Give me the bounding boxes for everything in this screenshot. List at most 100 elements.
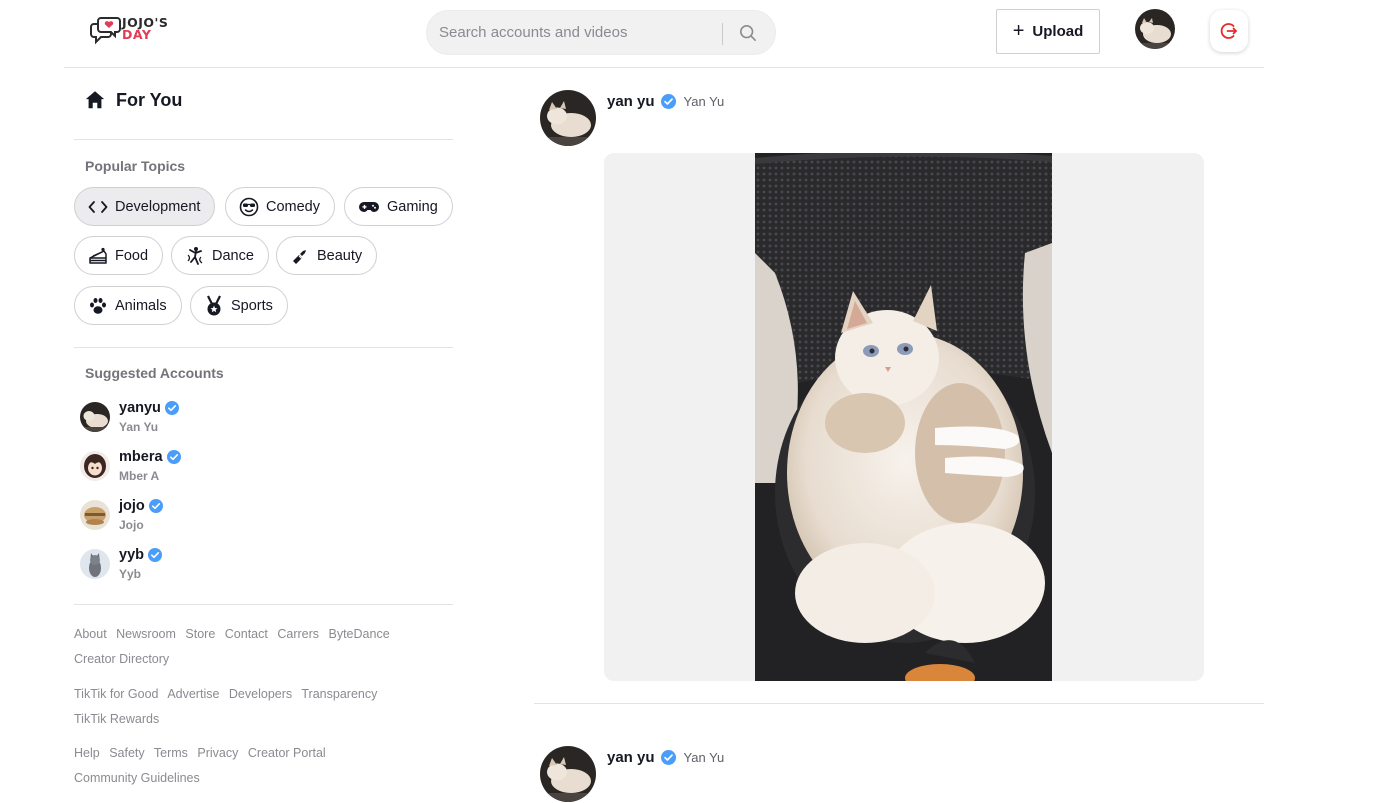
sidebar-divider bbox=[74, 604, 453, 605]
footer-link-safety[interactable]: Safety bbox=[109, 746, 144, 760]
suggested-account-yanyu[interactable]: yanyu Yan Yu bbox=[80, 400, 280, 440]
sidebar-divider bbox=[74, 347, 453, 348]
footer-link-bytedance[interactable]: ByteDance bbox=[329, 627, 390, 641]
cat-video-frame bbox=[755, 153, 1052, 681]
topic-label: Beauty bbox=[317, 247, 363, 264]
app-logo[interactable]: JOJO'S DAY bbox=[90, 14, 182, 46]
suggested-accounts-title: Suggested Accounts bbox=[85, 365, 224, 381]
topic-beauty[interactable]: Beauty bbox=[276, 236, 378, 275]
logo-wordmark: JOJO'S DAY bbox=[122, 16, 168, 42]
account-username: mbera bbox=[119, 449, 163, 465]
footer-links-group-3: Help Safety Terms Privacy Creator Portal… bbox=[74, 741, 453, 790]
topic-label: Comedy bbox=[266, 198, 320, 215]
cake-icon bbox=[89, 247, 107, 264]
topic-label: Food bbox=[115, 247, 149, 264]
topic-label: Sports bbox=[231, 297, 273, 314]
footer-link-creator-directory[interactable]: Creator Directory bbox=[74, 652, 169, 666]
footer-link-transparency[interactable]: Transparency bbox=[301, 687, 377, 701]
logout-button[interactable] bbox=[1210, 10, 1248, 52]
topic-development[interactable]: Development bbox=[74, 187, 216, 226]
account-display-name: Mber A bbox=[119, 469, 160, 483]
footer-link-contact[interactable]: Contact bbox=[225, 627, 268, 641]
footer-link-help[interactable]: Help bbox=[74, 746, 100, 760]
footer-links-group-1: About Newsroom Store Contact Carrers Byt… bbox=[74, 622, 453, 671]
search-button[interactable] bbox=[732, 20, 764, 46]
post-author-display-name: Yan Yu bbox=[683, 750, 725, 765]
avatar bbox=[80, 500, 110, 530]
footer-link-tiktik-for-good[interactable]: TikTik for Good bbox=[74, 687, 159, 701]
topic-sports[interactable]: Sports bbox=[190, 286, 288, 325]
top-navbar: JOJO'S DAY + Upload bbox=[64, 0, 1264, 68]
video-post: yan yu Yan Yu bbox=[540, 90, 1210, 690]
logo-line-2: DAY bbox=[122, 27, 152, 42]
account-username: jojo bbox=[119, 498, 145, 514]
footer-link-creator-portal[interactable]: Creator Portal bbox=[248, 746, 326, 760]
topic-gaming[interactable]: Gaming bbox=[344, 187, 453, 226]
video-post: yan yu Yan Yu bbox=[540, 746, 1210, 803]
post-author-display-name: Yan Yu bbox=[683, 94, 725, 109]
plus-icon: + bbox=[1012, 19, 1025, 42]
suggested-account-jojo[interactable]: jojo Jojo bbox=[80, 498, 280, 538]
footer-link-terms[interactable]: Terms bbox=[154, 746, 188, 760]
account-username: yyb bbox=[119, 547, 144, 563]
code-icon bbox=[88, 200, 108, 213]
topic-label: Gaming bbox=[387, 198, 438, 215]
account-display-name: Yyb bbox=[119, 567, 142, 581]
topic-label: Dance bbox=[212, 247, 254, 264]
verified-badge-icon bbox=[660, 94, 676, 109]
footer-link-advertise[interactable]: Advertise bbox=[167, 687, 219, 701]
verified-badge-icon bbox=[166, 450, 181, 464]
for-you-label: For You bbox=[116, 89, 183, 110]
verified-badge-icon bbox=[148, 499, 163, 513]
search-bar bbox=[426, 10, 776, 55]
for-you-link[interactable]: For You bbox=[84, 89, 182, 111]
search-input[interactable] bbox=[439, 11, 719, 54]
avatar bbox=[80, 402, 110, 432]
home-icon bbox=[85, 91, 105, 109]
footer-links-group-2: TikTik for Good Advertise Developers Tra… bbox=[74, 682, 453, 731]
post-author-avatar[interactable] bbox=[540, 746, 596, 802]
footer-link-carrers[interactable]: Carrers bbox=[277, 627, 319, 641]
sunglasses-face-icon bbox=[239, 197, 259, 216]
avatar bbox=[80, 549, 110, 579]
footer-link-newsroom[interactable]: Newsroom bbox=[116, 627, 176, 641]
gamepad-icon bbox=[359, 201, 379, 212]
post-author-avatar[interactable] bbox=[540, 90, 596, 146]
footer-link-store[interactable]: Store bbox=[185, 627, 215, 641]
footer-link-about[interactable]: About bbox=[74, 627, 107, 641]
topic-comedy[interactable]: Comedy bbox=[225, 187, 335, 226]
topic-food[interactable]: Food bbox=[74, 236, 164, 275]
topic-label: Development bbox=[115, 198, 201, 215]
avatar bbox=[80, 451, 110, 481]
post-author-username[interactable]: yan yu bbox=[607, 749, 655, 766]
footer-link-privacy[interactable]: Privacy bbox=[197, 746, 238, 760]
upload-label: Upload bbox=[1032, 23, 1084, 40]
profile-avatar[interactable] bbox=[1135, 9, 1175, 49]
topic-animals[interactable]: Animals bbox=[74, 286, 182, 325]
footer-link-community-guidelines[interactable]: Community Guidelines bbox=[74, 771, 200, 785]
popular-topics-title: Popular Topics bbox=[85, 158, 186, 174]
footer-link-tiktik-rewards[interactable]: TikTik Rewards bbox=[74, 712, 159, 726]
lipstick-icon bbox=[293, 249, 306, 264]
post-author-info: yan yu Yan Yu bbox=[607, 749, 724, 766]
footer-link-developers[interactable]: Developers bbox=[229, 687, 292, 701]
account-display-name: Yan Yu bbox=[119, 420, 159, 434]
suggested-account-yyb[interactable]: yyb Yyb bbox=[80, 547, 280, 587]
video-player[interactable] bbox=[755, 153, 1052, 681]
topic-dance[interactable]: Dance bbox=[171, 236, 269, 275]
upload-button[interactable]: + Upload bbox=[996, 9, 1100, 54]
topic-label: Animals bbox=[115, 297, 167, 314]
search-icon bbox=[739, 24, 757, 42]
paw-icon bbox=[90, 297, 106, 314]
post-author-username[interactable]: yan yu bbox=[607, 93, 655, 110]
cat-avatar-image bbox=[1135, 9, 1175, 49]
account-username: yanyu bbox=[119, 400, 161, 416]
verified-badge-icon bbox=[148, 548, 162, 562]
sidebar-divider bbox=[74, 139, 453, 140]
suggested-account-mbera[interactable]: mbera Mber A bbox=[80, 449, 280, 489]
verified-badge-icon bbox=[164, 401, 179, 415]
logout-icon bbox=[1220, 23, 1237, 39]
dancer-icon bbox=[187, 246, 203, 265]
chat-heart-logo-icon bbox=[90, 17, 121, 45]
feed-divider bbox=[534, 703, 1264, 704]
